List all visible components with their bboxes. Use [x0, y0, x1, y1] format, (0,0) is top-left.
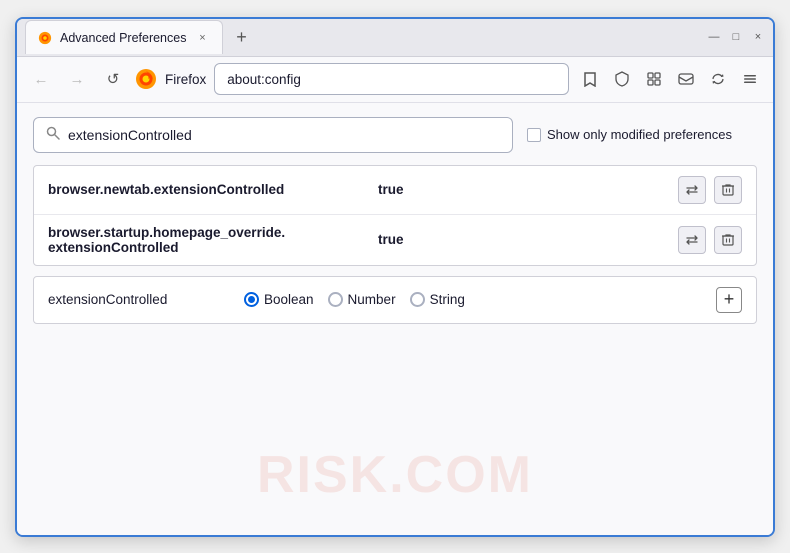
browser-window: Advanced Preferences × + — □ × ← → ↺ Fir… [15, 17, 775, 537]
new-pref-row: extensionControlled Boolean Number Strin… [33, 276, 757, 324]
nav-right-icons [577, 66, 763, 92]
pref-name-1: browser.newtab.extensionControlled [48, 182, 368, 197]
search-icon [46, 126, 60, 143]
pref-value-1: true [378, 182, 678, 197]
radio-boolean[interactable]: Boolean [244, 292, 314, 307]
search-row: extensionControlled Show only modified p… [33, 117, 757, 153]
browser-tab[interactable]: Advanced Preferences × [25, 20, 223, 54]
swap-icon-2 [685, 233, 699, 247]
back-button[interactable]: ← [27, 65, 55, 93]
firefox-logo [135, 68, 157, 90]
radio-dot-boolean [248, 296, 255, 303]
modified-prefs-checkbox-label[interactable]: Show only modified preferences [527, 127, 732, 142]
tab-favicon [38, 31, 52, 45]
radio-boolean-label: Boolean [264, 292, 314, 307]
radio-circle-number [328, 292, 343, 307]
radio-number-label: Number [348, 292, 396, 307]
reload-button[interactable]: ↺ [99, 65, 127, 93]
trash-icon [722, 183, 734, 196]
swap-icon [685, 183, 699, 197]
tab-close-button[interactable]: × [194, 30, 210, 46]
pref-row: browser.newtab.extensionControlled true [34, 166, 756, 215]
pref-toggle-button-2[interactable] [678, 226, 706, 254]
bookmark-icon[interactable] [577, 66, 603, 92]
modified-prefs-label: Show only modified preferences [547, 127, 732, 142]
close-button[interactable]: × [751, 30, 765, 44]
new-tab-button[interactable]: + [227, 23, 255, 51]
pref-name-2: browser.startup.homepage_override. exten… [48, 225, 368, 255]
pref-row-2: browser.startup.homepage_override. exten… [34, 215, 756, 265]
prefs-table: browser.newtab.extensionControlled true [33, 165, 757, 266]
search-box[interactable]: extensionControlled [33, 117, 513, 153]
tab-title: Advanced Preferences [60, 31, 186, 45]
radio-group: Boolean Number String [244, 292, 465, 307]
radio-string-label: String [430, 292, 465, 307]
menu-icon[interactable] [737, 66, 763, 92]
radio-number[interactable]: Number [328, 292, 396, 307]
address-bar[interactable]: about:config [214, 63, 569, 95]
profile-icon[interactable] [673, 66, 699, 92]
radio-circle-string [410, 292, 425, 307]
pref-actions-1 [678, 176, 742, 204]
extension-icon[interactable] [641, 66, 667, 92]
modified-prefs-checkbox[interactable] [527, 128, 541, 142]
pref-delete-button-2[interactable] [714, 226, 742, 254]
title-bar: Advanced Preferences × + — □ × [17, 19, 773, 57]
search-input-value: extensionControlled [68, 127, 500, 143]
sync-icon[interactable] [705, 66, 731, 92]
radio-string[interactable]: String [410, 292, 465, 307]
shield-icon[interactable] [609, 66, 635, 92]
pref-value-2: true [378, 232, 678, 247]
trash-icon-2 [722, 233, 734, 246]
nav-bar: ← → ↺ Firefox about:config [17, 57, 773, 103]
radio-circle-boolean [244, 292, 259, 307]
window-controls: — □ × [707, 30, 765, 44]
address-text: about:config [227, 72, 301, 87]
pref-delete-button-1[interactable] [714, 176, 742, 204]
content-area: RISK.COM extensionControlled Show only m… [17, 103, 773, 535]
browser-name-label: Firefox [165, 72, 206, 87]
pref-toggle-button-1[interactable] [678, 176, 706, 204]
watermark: RISK.COM [257, 445, 533, 505]
new-pref-name: extensionControlled [48, 292, 228, 307]
maximize-button[interactable]: □ [729, 30, 743, 44]
add-pref-button[interactable]: + [716, 287, 742, 313]
pref-actions-2 [678, 226, 742, 254]
minimize-button[interactable]: — [707, 30, 721, 44]
forward-button[interactable]: → [63, 65, 91, 93]
